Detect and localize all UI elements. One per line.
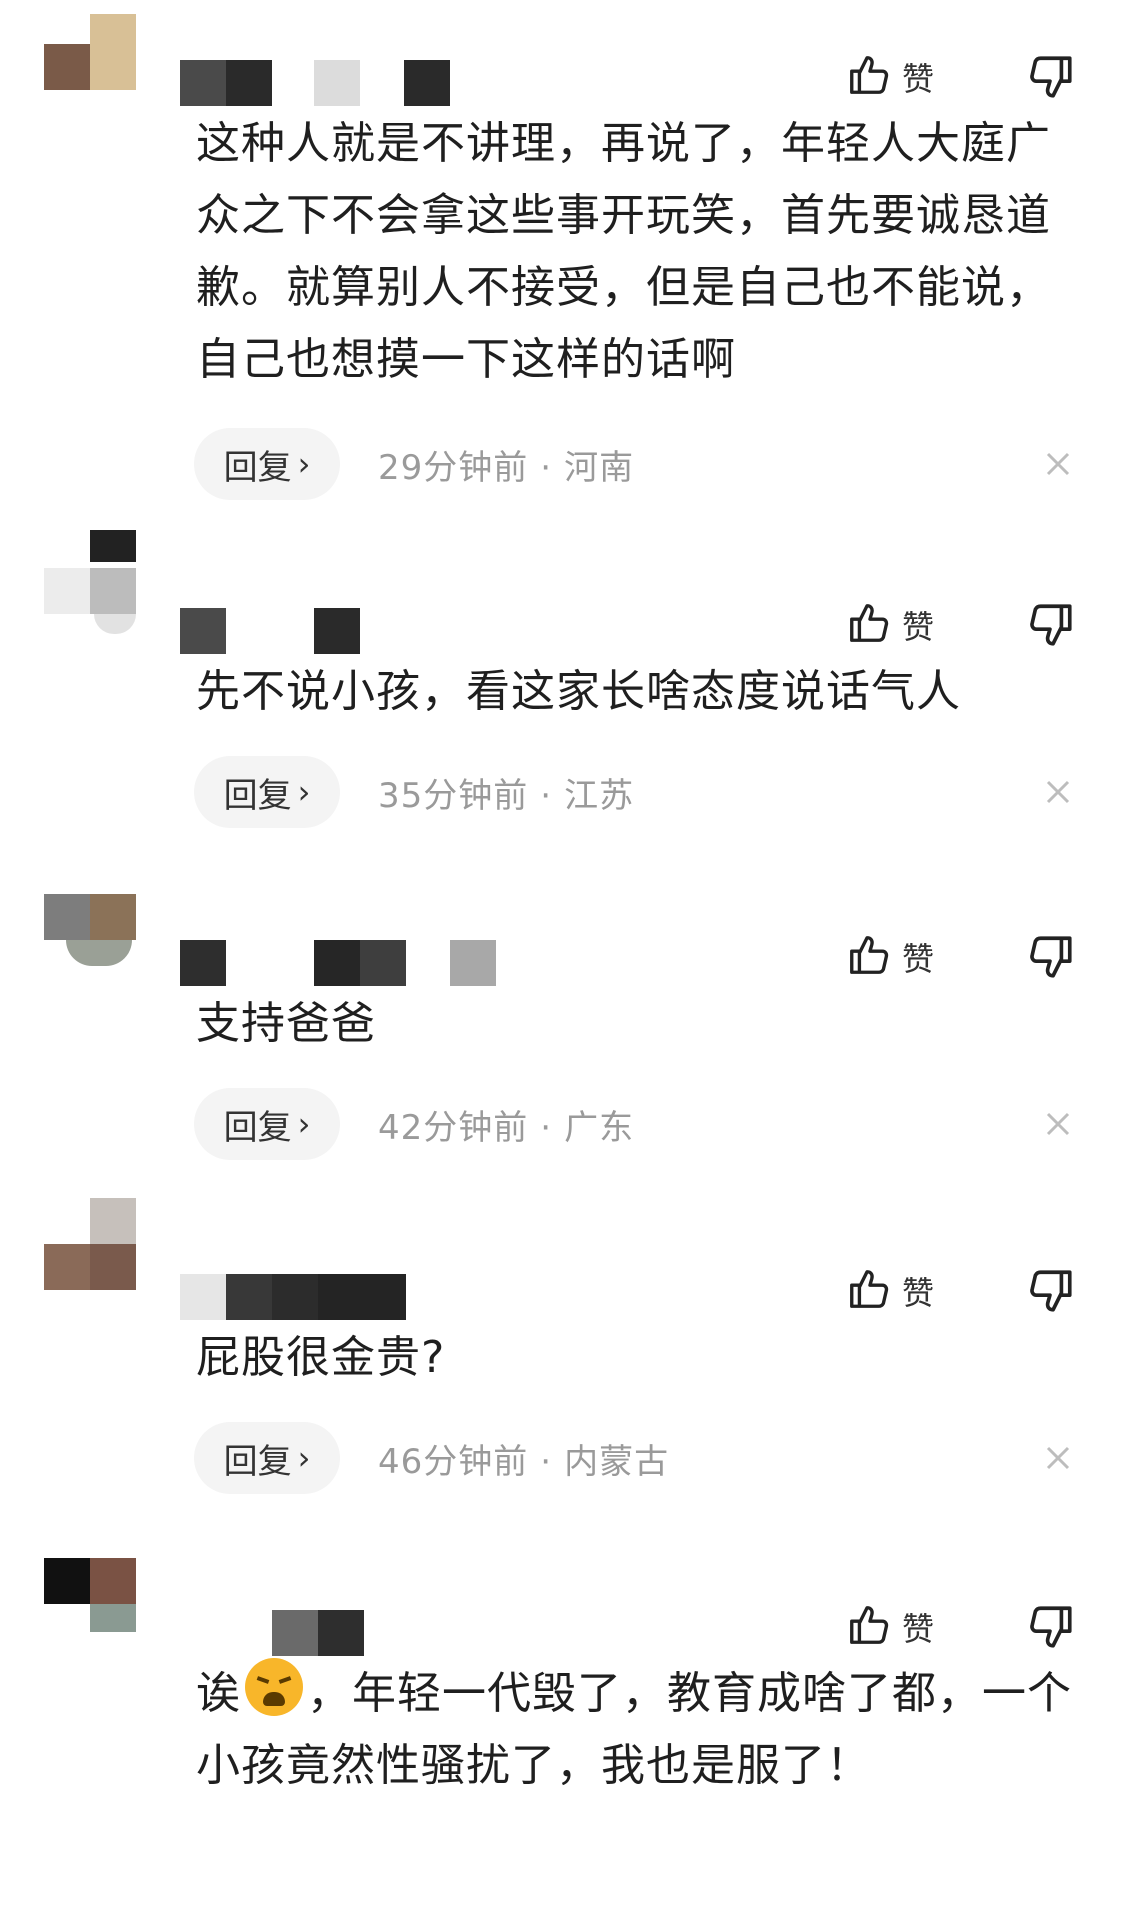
username-pixelated[interactable]: [180, 1610, 580, 1656]
like-label: 赞: [902, 1610, 935, 1648]
like-button[interactable]: 赞: [846, 50, 966, 104]
comment-meta: 回复 › 35分钟前 · 江苏: [194, 756, 1094, 828]
username-pixelated[interactable]: [180, 1274, 580, 1320]
comment-region: 河南: [564, 448, 635, 488]
comment-time: 29分钟前: [378, 448, 529, 488]
comment-list: 赞 这种人就是不讲理，再说了，年轻人大庭广众之下不会拿这些事开玩笑，首先要诚恳道…: [0, 0, 1125, 1818]
reply-label: 回复: [223, 1107, 292, 1148]
avatar[interactable]: [44, 1198, 136, 1320]
like-label: 赞: [902, 1274, 935, 1312]
comment-text: 先不说小孩，看这家长啥态度说话气人: [196, 666, 961, 717]
chevron-right-icon: ›: [297, 1105, 311, 1143]
comment-meta: 回复 › 42分钟前 · 广东: [194, 1088, 1094, 1160]
comment-text-before-emoji: 诶: [196, 1668, 241, 1719]
like-label: 赞: [902, 60, 935, 98]
thumbs-down-icon: [1026, 56, 1076, 106]
comment-item: 赞 先不说小孩，看这家长啥态度说话气人 回复 › 35分钟前 · 江苏: [0, 530, 1125, 908]
like-button[interactable]: 赞: [846, 1264, 966, 1318]
thumbs-up-icon: [846, 1266, 892, 1316]
comment-time-region: 42分钟前 · 广东: [378, 1108, 635, 1148]
thumbs-up-icon: [846, 932, 892, 982]
like-button[interactable]: 赞: [846, 930, 966, 984]
reply-button[interactable]: 回复 ›: [194, 1422, 340, 1494]
comment-item: 赞 屁股很金贵? 回复 › 46分钟前 · 内蒙古: [0, 1198, 1125, 1574]
reply-button[interactable]: 回复 ›: [194, 428, 340, 500]
dislike-button[interactable]: [1026, 1266, 1078, 1318]
thumbs-down-icon: [1026, 604, 1076, 654]
username-pixelated[interactable]: [180, 940, 580, 986]
reply-button[interactable]: 回复 ›: [194, 756, 340, 828]
chevron-right-icon: ›: [297, 773, 311, 811]
reply-label: 回复: [223, 1441, 292, 1482]
close-icon[interactable]: [1038, 444, 1078, 484]
like-label: 赞: [902, 608, 935, 646]
close-icon[interactable]: [1038, 1104, 1078, 1144]
chevron-right-icon: ›: [297, 1439, 311, 1477]
comment-region: 内蒙古: [564, 1442, 670, 1482]
thumbs-down-icon: [1026, 1270, 1076, 1320]
comment-time-region: 35分钟前 · 江苏: [378, 776, 635, 816]
comment-meta: 回复 › 29分钟前 · 河南: [194, 428, 1094, 500]
comment-time-region: 29分钟前 · 河南: [378, 448, 635, 488]
dislike-button[interactable]: [1026, 52, 1078, 104]
comment-region: 江苏: [564, 776, 635, 816]
like-label: 赞: [902, 940, 935, 978]
username-pixelated[interactable]: [180, 60, 580, 106]
comment-text-after-emoji: ，年轻一代毁了，教育成啥了都，一个小孩竟然性骚扰了，我也是服了！: [196, 1668, 1072, 1791]
comment-text: 诶，年轻一代毁了，教育成啥了都，一个小孩竟然性骚扰了，我也是服了！: [196, 1658, 1086, 1802]
comment-time: 42分钟前: [378, 1108, 529, 1148]
close-icon[interactable]: [1038, 1438, 1078, 1478]
like-button[interactable]: 赞: [846, 598, 966, 652]
reply-label: 回复: [223, 775, 292, 816]
comment-time: 46分钟前: [378, 1442, 529, 1482]
comment-region: 广东: [564, 1108, 635, 1148]
comment-item: 赞 支持爸爸 回复 › 42分钟前 · 广东: [0, 894, 1125, 1240]
like-button[interactable]: 赞: [846, 1600, 966, 1654]
reply-button[interactable]: 回复 ›: [194, 1088, 340, 1160]
comment-time: 35分钟前: [378, 776, 529, 816]
avatar[interactable]: [44, 894, 136, 986]
comment-text: 支持爸爸: [196, 998, 376, 1049]
chevron-right-icon: ›: [297, 445, 311, 483]
thumbs-down-icon: [1026, 1606, 1076, 1656]
avatar[interactable]: [44, 1558, 136, 1656]
comment-text: 屁股很金贵?: [196, 1332, 446, 1383]
comment-item: 赞 这种人就是不讲理，再说了，年轻人大庭广众之下不会拿这些事开玩笑，首先要诚恳道…: [0, 14, 1125, 500]
close-icon[interactable]: [1038, 772, 1078, 812]
dislike-button[interactable]: [1026, 932, 1078, 984]
thumbs-up-icon: [846, 600, 892, 650]
dislike-button[interactable]: [1026, 600, 1078, 652]
comment-text: 这种人就是不讲理，再说了，年轻人大庭广众之下不会拿这些事开玩笑，首先要诚恳道歉。…: [196, 118, 1051, 385]
username-pixelated[interactable]: [180, 608, 580, 654]
thumbs-up-icon: [846, 52, 892, 102]
thumbs-up-icon: [846, 1602, 892, 1652]
thumbs-down-icon: [1026, 936, 1076, 986]
comment-item: 赞 诶，年轻一代毁了，教育成啥了都，一个小孩竟然性骚扰了，我也是服了！: [0, 1558, 1125, 1910]
comment-meta: 回复 › 46分钟前 · 内蒙古: [194, 1422, 1094, 1494]
weary-face-emoji-icon: [245, 1658, 303, 1716]
reply-label: 回复: [223, 447, 292, 488]
dislike-button[interactable]: [1026, 1602, 1078, 1654]
avatar[interactable]: [44, 14, 136, 106]
comment-time-region: 46分钟前 · 内蒙古: [378, 1442, 670, 1482]
avatar[interactable]: [44, 530, 136, 654]
